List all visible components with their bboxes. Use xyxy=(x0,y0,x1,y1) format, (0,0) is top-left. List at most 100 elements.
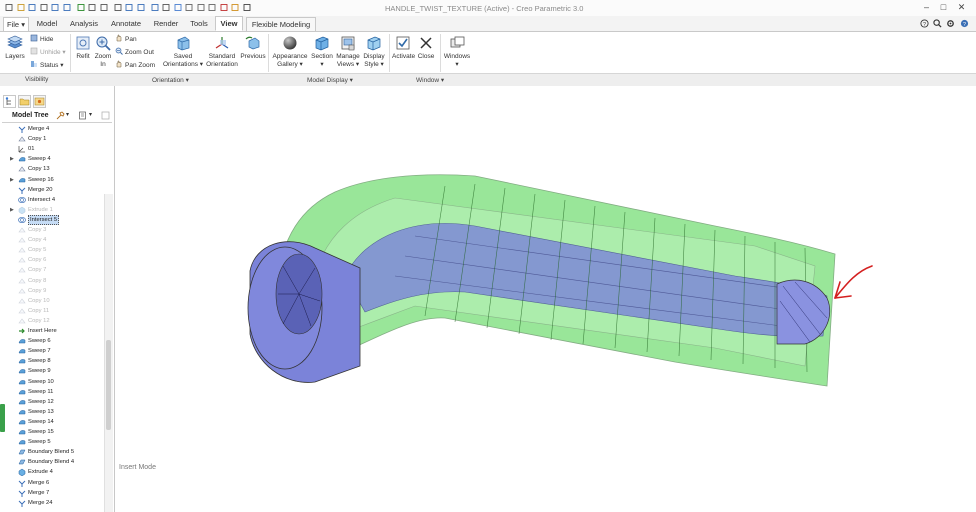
help-center-icon[interactable]: ? xyxy=(960,19,969,28)
customize-icon[interactable] xyxy=(243,3,251,12)
save-icon[interactable] xyxy=(28,3,36,12)
tree-item[interactable]: Sweep 11 xyxy=(0,387,104,397)
no-hidden-icon[interactable] xyxy=(208,3,216,12)
tree-item[interactable]: 01 xyxy=(0,144,104,154)
tree-show-icon[interactable] xyxy=(78,111,87,120)
minimize-button[interactable]: – xyxy=(922,3,931,12)
tree-item[interactable]: Sweep 9 xyxy=(0,366,104,376)
tree-item[interactable]: Sweep 10 xyxy=(0,377,104,387)
redo-icon[interactable] xyxy=(63,3,71,12)
tree-item[interactable]: Copy 7 xyxy=(0,265,104,275)
group-label-visibility[interactable]: Visibility xyxy=(25,76,48,83)
tree-settings-icon[interactable] xyxy=(56,111,65,120)
tree-item[interactable]: Merge 20 xyxy=(0,185,104,195)
appearance-gallery-button[interactable]: Appearance Gallery ▾ xyxy=(271,35,309,68)
pan-button[interactable]: Pan xyxy=(115,34,137,44)
tab-view[interactable]: View xyxy=(215,16,243,31)
refit-icon[interactable] xyxy=(125,3,133,12)
regenerate-icon[interactable] xyxy=(77,3,85,12)
expand-arrow-icon[interactable]: ▶ xyxy=(10,154,14,164)
standard-orientation-button[interactable]: Standard Orientation xyxy=(205,35,239,68)
zoom-in-button[interactable]: Zoom In xyxy=(93,35,113,68)
tree-item[interactable]: Copy 11 xyxy=(0,306,104,316)
undo-icon[interactable] xyxy=(51,3,59,12)
tree-item[interactable]: Sweep 6 xyxy=(0,336,104,346)
settings-icon[interactable] xyxy=(946,19,955,28)
manage-views-button[interactable]: Manage Views ▾ xyxy=(335,35,361,68)
tree-item[interactable]: Sweep 13 xyxy=(0,407,104,417)
saved-orientations-button[interactable]: Saved Orientations ▾ xyxy=(162,35,204,68)
status-button[interactable]: Status ▾ xyxy=(30,60,64,70)
group-label-orientation[interactable]: Orientation ▾ xyxy=(152,76,189,84)
view-cube-icon[interactable] xyxy=(151,3,159,12)
tree-scrollbar-thumb[interactable] xyxy=(106,340,111,430)
expand-arrow-icon[interactable]: ▶ xyxy=(10,175,14,185)
tree-item[interactable]: Copy 10 xyxy=(0,296,104,306)
activate-button[interactable]: Activate xyxy=(392,35,415,61)
file-menu-button[interactable]: File ▾ xyxy=(3,17,29,32)
folder-browser-tab-icon[interactable] xyxy=(18,95,31,108)
tab-flexible-modeling[interactable]: Flexible Modeling xyxy=(246,17,316,32)
wireframe-icon[interactable] xyxy=(185,3,193,12)
hide-button[interactable]: Hide xyxy=(30,34,53,44)
pan-zoom-button[interactable]: Pan Zoom xyxy=(115,60,155,70)
tree-item[interactable]: Copy 5 xyxy=(0,245,104,255)
close-window-button[interactable]: ✕ xyxy=(957,3,966,12)
tab-model[interactable]: Model xyxy=(34,17,60,30)
tree-item[interactable]: Intersect 4 xyxy=(0,195,104,205)
tree-item[interactable]: Sweep 15 xyxy=(0,427,104,437)
new-file-icon[interactable] xyxy=(5,3,13,12)
close-button[interactable]: Close xyxy=(416,35,436,61)
tree-item[interactable]: Intersect 5 xyxy=(0,214,104,225)
tree-item[interactable]: Boundary Blend 5 xyxy=(0,447,104,457)
help-icon[interactable]: ? xyxy=(920,19,929,28)
layers-button[interactable]: Layers xyxy=(4,35,26,61)
graphics-window[interactable]: Insert Mode xyxy=(115,86,976,512)
windows-button[interactable]: Windows ▾ xyxy=(443,35,471,68)
tree-item[interactable]: Merge 24 xyxy=(0,498,104,508)
tree-item[interactable]: Sweep 8 xyxy=(0,356,104,366)
group-label-model-display[interactable]: Model Display ▾ xyxy=(307,76,353,84)
close-file-icon[interactable] xyxy=(100,3,108,12)
favorites-tab-icon[interactable] xyxy=(33,95,46,108)
tree-item[interactable]: ▶ Sweep 16 xyxy=(0,175,104,185)
tab-tools[interactable]: Tools xyxy=(187,17,211,30)
maximize-button[interactable]: □ xyxy=(939,3,948,12)
tree-item[interactable]: Extrude 4 xyxy=(0,467,104,477)
tree-item[interactable]: Merge 7 xyxy=(0,488,104,498)
hidden-line-icon[interactable] xyxy=(197,3,205,12)
tree-scrollbar[interactable] xyxy=(104,194,113,512)
previous-button[interactable]: Previous xyxy=(240,35,266,61)
shading-icon[interactable] xyxy=(174,3,182,12)
zoom-out-button[interactable]: Zoom Out xyxy=(115,47,154,57)
zoom-icon[interactable] xyxy=(137,3,145,12)
tab-annotate[interactable]: Annotate xyxy=(108,17,144,30)
expand-arrow-icon[interactable]: ▶ xyxy=(10,205,14,215)
datum-display-icon[interactable] xyxy=(220,3,228,12)
tree-item[interactable]: Copy 13 xyxy=(0,164,104,174)
tree-item[interactable]: Copy 12 xyxy=(0,316,104,326)
tree-item[interactable]: Copy 9 xyxy=(0,286,104,296)
tree-item[interactable]: Sweep 5 xyxy=(0,437,104,447)
tree-item[interactable]: Merge 6 xyxy=(0,478,104,488)
tree-filter-icon[interactable] xyxy=(101,111,110,120)
unhide-button[interactable]: Unhide ▾ xyxy=(30,47,66,57)
tree-item[interactable]: ▶ Extrude 1 xyxy=(0,205,104,215)
tree-item[interactable]: ▶ Sweep 4 xyxy=(0,154,104,164)
refit-button[interactable]: Refit xyxy=(73,35,93,61)
tree-item[interactable]: Sweep 7 xyxy=(0,346,104,356)
tree-item[interactable]: Boundary Blend 4 xyxy=(0,457,104,467)
tree-item[interactable]: Sweep 14 xyxy=(0,417,104,427)
display-style-button[interactable]: Display Style ▾ xyxy=(362,35,386,68)
repaint-icon[interactable] xyxy=(114,3,122,12)
tree-item[interactable]: Copy 1 xyxy=(0,134,104,144)
tree-item[interactable]: Copy 3 xyxy=(0,225,104,235)
appearance-icon[interactable] xyxy=(231,3,239,12)
tree-item[interactable]: Copy 8 xyxy=(0,276,104,286)
display-icon[interactable] xyxy=(162,3,170,12)
tree-item[interactable]: Copy 6 xyxy=(0,255,104,265)
caret-down-icon[interactable]: ▾ xyxy=(89,111,92,118)
tab-render[interactable]: Render xyxy=(151,17,181,30)
print-icon[interactable] xyxy=(40,3,48,12)
search-icon[interactable] xyxy=(933,19,942,28)
